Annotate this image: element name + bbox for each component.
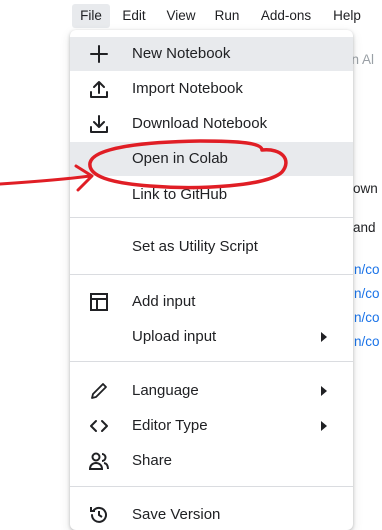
menu-item-save-version[interactable]: Save Version	[70, 498, 353, 530]
menu-item-label: New Notebook	[132, 45, 231, 62]
menu-file[interactable]: File	[72, 4, 110, 28]
background-link[interactable]: n/co	[354, 310, 380, 325]
menu-bar: File Edit View Run Add-ons Help	[0, 0, 382, 32]
menu-item-label: Share	[132, 452, 173, 469]
menu-item-label: Save Version	[132, 506, 221, 523]
chevron-right-icon	[321, 386, 327, 396]
menu-item-label: Add input	[132, 293, 196, 310]
background-heading-fragment: lown	[350, 181, 378, 196]
menu-item-link-to-github[interactable]: Link to GitHub	[70, 178, 353, 212]
menu-item-import-notebook[interactable]: Import Notebook	[70, 72, 353, 106]
menu-item-language[interactable]: Language	[70, 374, 353, 408]
background-link[interactable]: n/co	[354, 334, 380, 349]
menu-item-label: Link to GitHub	[132, 186, 228, 203]
menu-item-upload-input[interactable]: Upload input	[70, 320, 353, 354]
menu-run[interactable]: Run	[209, 0, 245, 32]
menu-divider	[70, 486, 353, 487]
file-menu-dropdown: New Notebook Import Notebook Download No…	[70, 30, 353, 530]
menu-item-label: Download Notebook	[132, 115, 268, 132]
menu-help[interactable]: Help	[326, 0, 368, 32]
menu-item-label: Upload input	[132, 328, 217, 345]
chevron-right-icon	[321, 332, 327, 342]
menu-add-ons[interactable]: Add-ons	[254, 0, 318, 32]
background-link[interactable]: n/co	[354, 286, 380, 301]
plus-icon	[88, 43, 110, 65]
code-icon	[88, 415, 110, 437]
download-icon	[88, 113, 110, 135]
menu-item-set-as-utility-script[interactable]: Set as Utility Script	[70, 230, 353, 264]
table-icon	[88, 291, 110, 313]
menu-item-label: Editor Type	[132, 417, 208, 434]
people-icon	[88, 450, 110, 472]
menu-divider	[70, 217, 353, 218]
background-link[interactable]: n/co	[354, 262, 380, 277]
background-text-fragment: and	[353, 220, 376, 235]
menu-item-label: Open in Colab	[132, 150, 228, 167]
menu-item-label: Language	[132, 382, 199, 399]
menu-item-add-input[interactable]: Add input	[70, 285, 353, 319]
menu-item-download-notebook[interactable]: Download Notebook	[70, 107, 353, 141]
menu-divider	[70, 274, 353, 275]
history-icon	[88, 504, 110, 526]
menu-view[interactable]: View	[160, 0, 202, 32]
upload-icon	[88, 78, 110, 100]
chevron-right-icon	[321, 421, 327, 431]
menu-item-label: Import Notebook	[132, 80, 243, 97]
menu-item-label: Set as Utility Script	[132, 238, 258, 255]
menu-divider	[70, 361, 353, 362]
menu-item-open-in-colab[interactable]: Open in Colab	[70, 142, 353, 176]
menu-item-editor-type[interactable]: Editor Type	[70, 409, 353, 443]
menu-item-new-notebook[interactable]: New Notebook	[70, 37, 353, 71]
menu-item-share[interactable]: Share	[70, 444, 353, 478]
menu-edit[interactable]: Edit	[116, 0, 152, 32]
pencil-icon	[88, 380, 110, 402]
